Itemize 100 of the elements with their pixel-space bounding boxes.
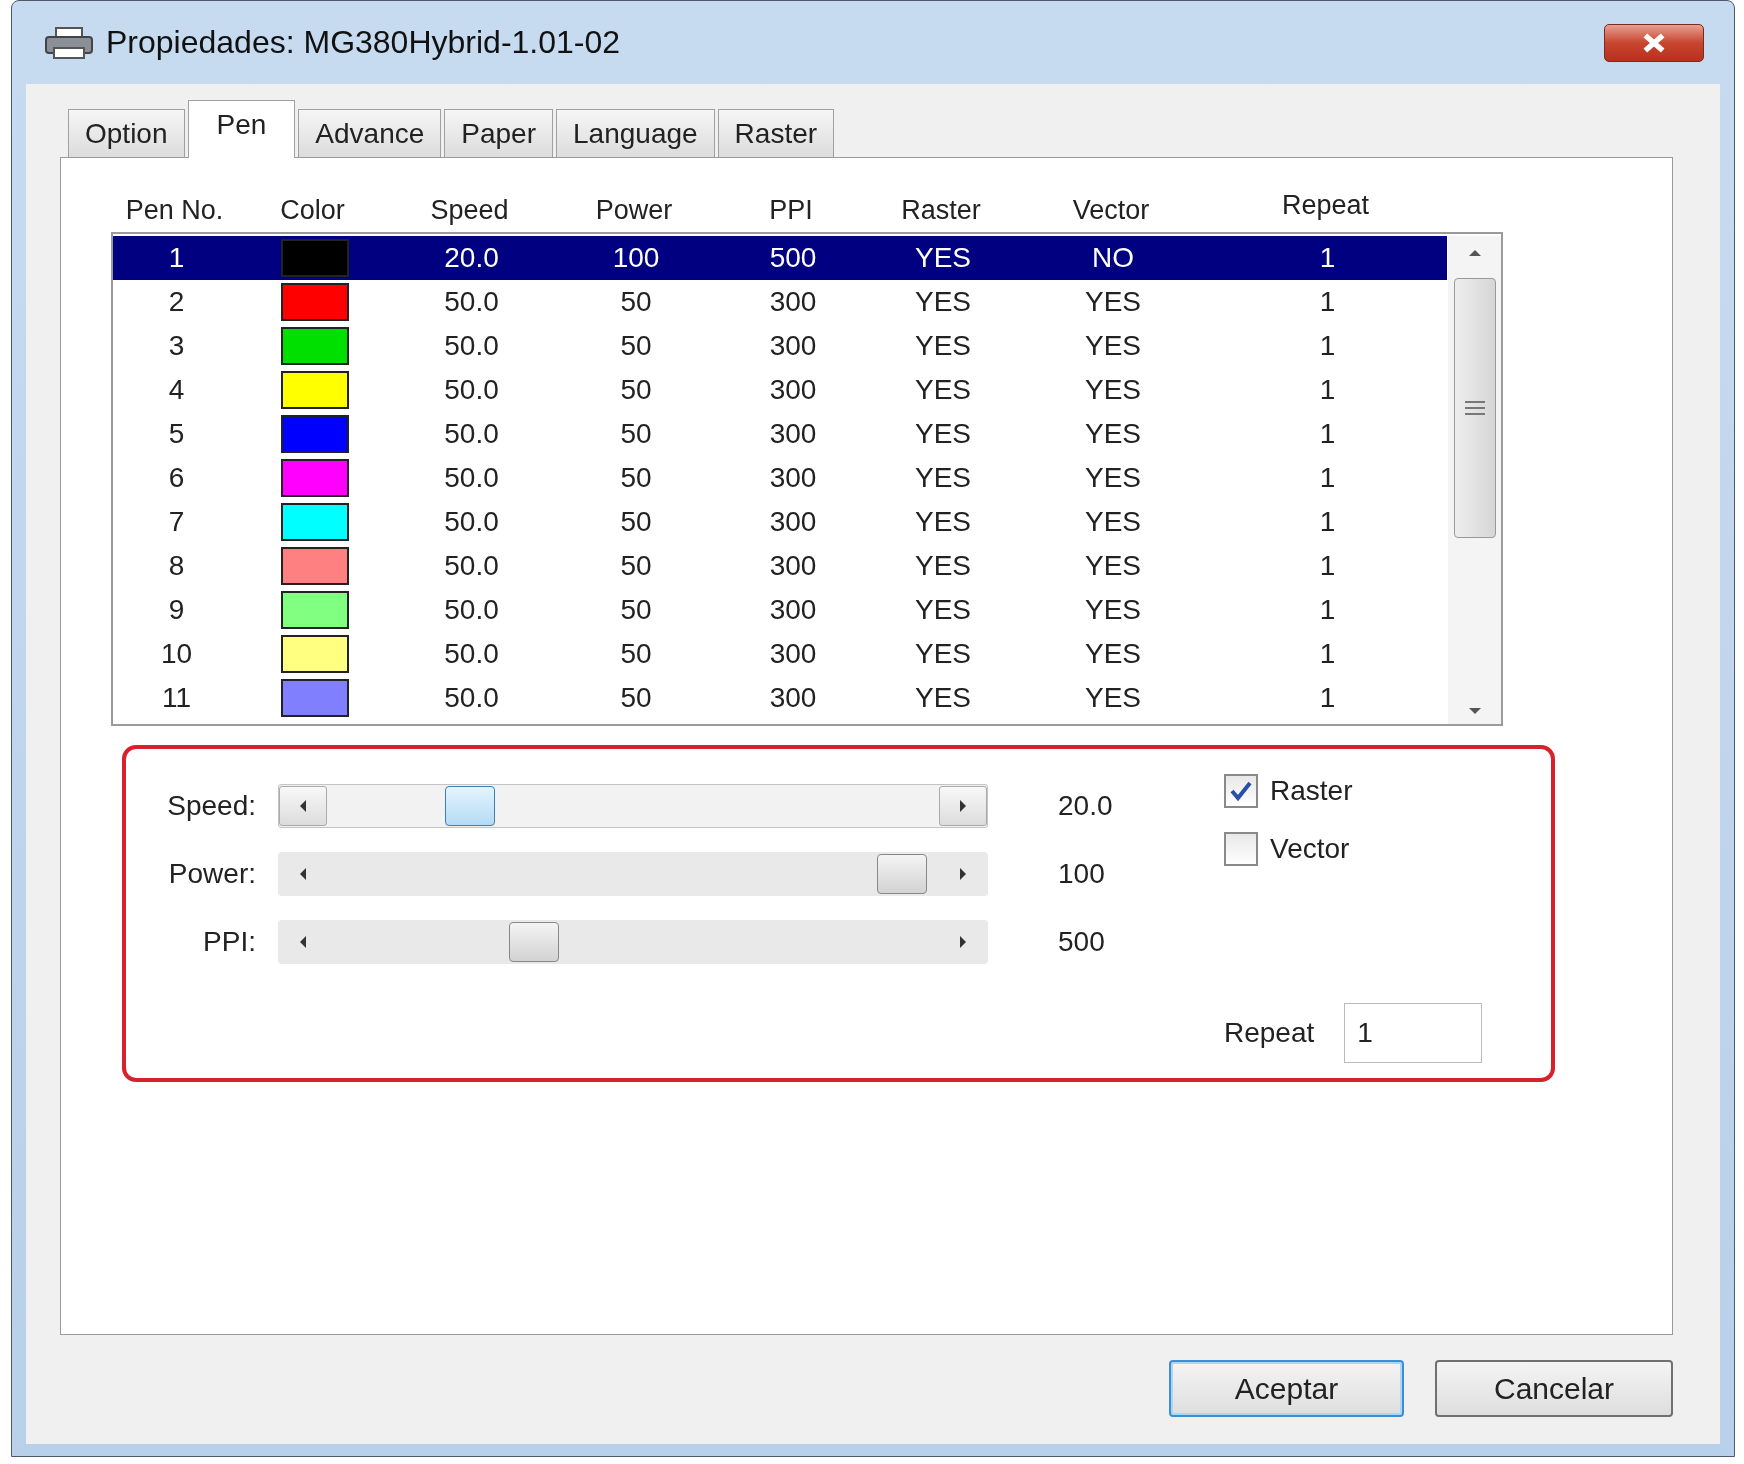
tab[interactable]: Pen xyxy=(187,100,296,158)
table-cell: 50 xyxy=(620,506,652,538)
tab[interactable]: Advance xyxy=(298,109,442,157)
table-cell: YES xyxy=(915,462,971,494)
column-header: PPI xyxy=(769,194,813,226)
table-cell: 50.0 xyxy=(444,374,499,406)
table-cell: 50.0 xyxy=(444,462,499,494)
table-cell: 50 xyxy=(620,682,652,714)
repeat-input[interactable]: 1 xyxy=(1344,1003,1483,1063)
table-row[interactable]: 10 50.0 50 300 YES YES 1 xyxy=(113,632,1447,676)
grip-icon xyxy=(1464,401,1485,415)
table-cell: YES xyxy=(915,374,971,406)
table-cell: 50.0 xyxy=(444,594,499,626)
table-cell: YES xyxy=(915,418,971,450)
dialog-button[interactable]: Aceptar xyxy=(1169,1360,1404,1417)
table-cell: 50 xyxy=(620,638,652,670)
table-cell: 50 xyxy=(620,462,652,494)
table-cell: 50.0 xyxy=(444,506,499,538)
column-header: Pen No. xyxy=(125,194,224,226)
table-cell: YES xyxy=(1085,418,1141,450)
table-row[interactable]: 5 50.0 50 300 YES YES 1 xyxy=(113,412,1447,456)
table-cell: 1 xyxy=(1319,374,1336,406)
table-cell: YES xyxy=(1085,374,1141,406)
table-cell: YES xyxy=(1085,462,1141,494)
table-cell: YES xyxy=(915,506,971,538)
table-cell: 1 xyxy=(1319,242,1336,274)
table-row[interactable]: 8 50.0 50 300 YES YES 1 xyxy=(113,544,1447,588)
column-header: Raster xyxy=(901,194,981,226)
table-cell: 300 xyxy=(769,330,817,362)
slider-label: Speed: xyxy=(166,790,256,822)
table-row[interactable]: 4 50.0 50 300 YES YES 1 xyxy=(113,368,1447,412)
column-header: Speed xyxy=(430,194,509,226)
table-cell: YES xyxy=(1085,506,1141,538)
table-cell: 50.0 xyxy=(444,286,499,318)
table-cell: NO xyxy=(1092,242,1134,274)
slider-thumb[interactable] xyxy=(445,786,496,826)
table-cell: 50 xyxy=(620,418,652,450)
table-cell: YES xyxy=(1085,286,1141,318)
table-cell: 50 xyxy=(620,286,652,318)
table-cell: 2 xyxy=(168,286,185,318)
table-cell: 9 xyxy=(168,594,185,626)
column-header: Repeat xyxy=(1281,189,1370,221)
table-cell: 300 xyxy=(769,682,817,714)
table-cell: 1 xyxy=(1319,594,1336,626)
table-cell: 300 xyxy=(769,462,817,494)
table-cell: 100 xyxy=(612,242,660,274)
table-cell: 4 xyxy=(168,374,185,406)
table-row[interactable]: 11 50.0 50 300 YES YES 1 xyxy=(113,676,1447,720)
table-cell: 1 xyxy=(1319,550,1336,582)
table-cell: 1 xyxy=(1319,418,1336,450)
slider-label: Power: xyxy=(167,858,256,890)
table-cell: 300 xyxy=(769,594,817,626)
table-cell: YES xyxy=(1085,594,1141,626)
check-icon xyxy=(1229,780,1253,802)
checkbox[interactable]: Vector xyxy=(1224,824,1350,874)
table-cell: 3 xyxy=(168,330,185,362)
slider-value: 100 xyxy=(1057,858,1106,890)
table-row[interactable]: 3 50.0 50 300 YES YES 1 xyxy=(113,324,1447,368)
tab[interactable]: Paper xyxy=(444,109,553,157)
table-row[interactable]: 7 50.0 50 300 YES YES 1 xyxy=(113,500,1447,544)
column-header: Vector xyxy=(1072,194,1150,226)
table-cell: 500 xyxy=(769,242,817,274)
table-cell: 50.0 xyxy=(444,330,499,362)
scroll-thumb[interactable] xyxy=(1453,278,1496,538)
close-button[interactable] xyxy=(1604,23,1704,62)
checkbox[interactable]: Raster xyxy=(1224,766,1353,816)
slider-thumb[interactable] xyxy=(508,922,559,962)
table-cell: YES xyxy=(915,242,971,274)
table-cell: 1 xyxy=(1319,638,1336,670)
tab[interactable]: Language xyxy=(556,109,715,157)
table-cell: 1 xyxy=(1319,462,1336,494)
table-cell: YES xyxy=(1085,682,1141,714)
table-cell: 300 xyxy=(769,418,817,450)
scrollbar[interactable] xyxy=(1448,236,1501,724)
slider-thumb[interactable] xyxy=(877,854,928,894)
table-cell: YES xyxy=(1085,550,1141,582)
table-cell: 5 xyxy=(168,418,185,450)
table-cell: 50 xyxy=(620,330,652,362)
table-cell: 300 xyxy=(769,506,817,538)
tab[interactable]: Option xyxy=(68,109,185,157)
dialog-button[interactable]: Cancelar xyxy=(1435,1360,1673,1417)
table-cell: YES xyxy=(915,682,971,714)
table-cell: 1 xyxy=(1319,330,1336,362)
table-row[interactable]: 9 50.0 50 300 YES YES 1 xyxy=(113,588,1447,632)
table-cell: YES xyxy=(915,550,971,582)
table-row[interactable]: 2 50.0 50 300 YES YES 1 xyxy=(113,280,1447,324)
table-cell: 300 xyxy=(769,374,817,406)
table-cell: YES xyxy=(1085,330,1141,362)
table-cell: YES xyxy=(915,330,971,362)
slider[interactable] xyxy=(278,784,988,828)
tab[interactable]: Raster xyxy=(717,109,835,157)
table-row[interactable]: 6 50.0 50 300 YES YES 1 xyxy=(113,456,1447,500)
table-cell: 50 xyxy=(620,550,652,582)
table-cell: YES xyxy=(1085,638,1141,670)
table-cell: 7 xyxy=(168,506,185,538)
table-cell: YES xyxy=(915,286,971,318)
table-row[interactable]: 1 20.0 100 500 YES NO 1 xyxy=(113,236,1447,280)
table-cell: 50.0 xyxy=(444,682,499,714)
slider-label: PPI: xyxy=(202,926,256,958)
table-cell: 300 xyxy=(769,638,817,670)
